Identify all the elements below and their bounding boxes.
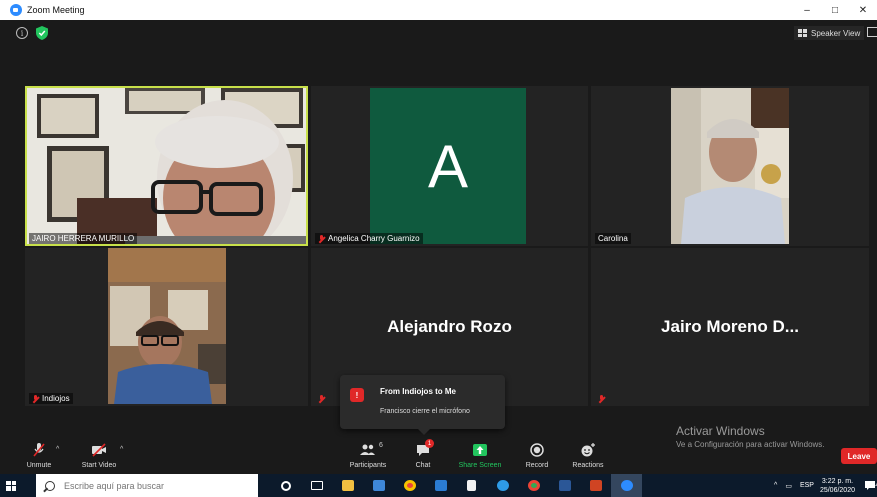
- video-tile-jairo-moreno[interactable]: Jairo Moreno D...: [591, 248, 869, 406]
- participant-name-label: JAIRO HERRERA MURILLO: [29, 233, 138, 244]
- popup-pointer: [418, 429, 430, 435]
- notifications-icon[interactable]: 24: [863, 481, 877, 490]
- participant-name-label: Indiojos: [29, 393, 73, 404]
- minimize-button[interactable]: –: [793, 0, 821, 20]
- mic-muted-icon: [318, 395, 325, 403]
- system-tray: ^ ▭ ESP 3:22 p. m. 25/06/2020 24: [774, 474, 877, 497]
- leave-meeting-button[interactable]: Leave: [841, 448, 877, 464]
- taskbar-search-input[interactable]: [64, 480, 244, 491]
- file-explorer-icon[interactable]: [332, 474, 363, 497]
- audio-options-chevron-icon[interactable]: ^: [56, 446, 59, 453]
- speaker-view-button[interactable]: Speaker View: [794, 26, 865, 40]
- participants-icon: 6: [360, 442, 383, 457]
- document-icon[interactable]: [456, 474, 487, 497]
- zoom-taskbar-icon[interactable]: [611, 474, 642, 497]
- video-tile-angelica-charry[interactable]: A Angelica Charry Guarnizo: [311, 86, 588, 246]
- video-tile-indiojos[interactable]: Indiojos: [25, 248, 308, 406]
- word-icon[interactable]: [549, 474, 580, 497]
- mic-muted-icon: [598, 395, 605, 403]
- participant-video-carolina: [671, 88, 789, 244]
- meeting-top-bar: [0, 20, 877, 48]
- share-screen-button[interactable]: Share Screen: [456, 438, 504, 472]
- window-title: Zoom Meeting: [27, 5, 85, 15]
- edge-icon[interactable]: [487, 474, 518, 497]
- chat-notification-sender: From Indiojos to Me: [380, 387, 456, 396]
- participant-video-indiojos: [108, 248, 226, 404]
- participant-display-name: Jairo Moreno D...: [661, 317, 799, 336]
- video-tile-jairo-herrera[interactable]: JAIRO HERRERA MURILLO: [25, 86, 308, 246]
- fullscreen-icon[interactable]: [867, 27, 877, 37]
- grid-view-icon: [798, 29, 807, 37]
- record-icon: [530, 443, 544, 457]
- alert-icon: !: [350, 388, 364, 402]
- meeting-controls-toolbar: Unmute ^ Start Video ^ 6 Participants 1 …: [0, 438, 877, 472]
- unread-chat-badge: 1: [425, 439, 434, 448]
- close-button[interactable]: ✕: [849, 0, 877, 20]
- speaker-view-label: Speaker View: [811, 28, 861, 38]
- windows-taskbar: ^ ▭ ESP 3:22 p. m. 25/06/2020 24: [0, 474, 877, 497]
- zoom-logo-icon: [10, 4, 22, 16]
- video-camera-off-icon: [92, 443, 106, 457]
- unmute-button[interactable]: Unmute: [22, 438, 56, 472]
- language-indicator[interactable]: ESP: [800, 482, 814, 489]
- avatar: A: [370, 88, 526, 244]
- microphone-muted-icon: [33, 443, 45, 457]
- store-icon[interactable]: [363, 474, 394, 497]
- participant-video-jairo-herrera: [25, 86, 308, 246]
- chat-notification-message: Francisco cierre el micrófono: [380, 408, 470, 415]
- video-options-chevron-icon[interactable]: ^: [120, 446, 123, 453]
- cortana-icon[interactable]: [270, 474, 301, 497]
- chat-bubble-icon: 1: [415, 439, 434, 457]
- windows-logo-icon: [6, 480, 16, 491]
- window-controls: – □ ✕: [793, 0, 877, 20]
- search-icon: [45, 480, 55, 491]
- taskbar-clock[interactable]: 3:22 p. m. 25/06/2020: [820, 477, 855, 495]
- reactions-smiley-icon: [581, 443, 595, 457]
- clock-time: 3:22 p. m.: [821, 477, 854, 485]
- taskbar-search-box[interactable]: [36, 474, 258, 497]
- clock-date: 25/06/2020: [819, 486, 855, 494]
- mic-muted-icon: [32, 394, 39, 403]
- taskbar-pinned-apps: [270, 474, 642, 497]
- windows-start-button[interactable]: [0, 474, 22, 497]
- task-view-icon[interactable]: [301, 474, 332, 497]
- participant-count: 6: [379, 442, 383, 449]
- powerpoint-icon[interactable]: [580, 474, 611, 497]
- participant-name-label: Carolina: [595, 233, 631, 244]
- tray-overflow-chevron-icon[interactable]: ^: [774, 482, 777, 489]
- encryption-shield-icon[interactable]: [36, 26, 48, 40]
- reactions-button[interactable]: Reactions: [568, 438, 608, 472]
- title-bar: Zoom Meeting – □ ✕: [0, 0, 877, 20]
- participant-name-label: Angelica Charry Guarnizo: [315, 233, 423, 244]
- participant-mute-indicator: [595, 394, 611, 404]
- record-button[interactable]: Record: [521, 438, 553, 472]
- share-screen-icon: [473, 444, 487, 456]
- chrome-icon[interactable]: [394, 474, 425, 497]
- participants-button[interactable]: 6 Participants: [346, 438, 390, 472]
- notification-count: 24: [872, 483, 877, 489]
- network-icon[interactable]: ▭: [785, 482, 792, 490]
- zoom-meeting-window: Zoom Meeting – □ ✕ i Speaker View JAIRO …: [0, 0, 877, 497]
- video-tile-carolina[interactable]: Carolina: [591, 86, 869, 246]
- start-video-button[interactable]: Start Video: [78, 438, 120, 472]
- chat-notification-popup[interactable]: ! From Indiojos to Me Francisco cierre e…: [340, 375, 505, 435]
- chrome-profile-icon[interactable]: [518, 474, 549, 497]
- activate-windows-title: Activar Windows: [676, 424, 765, 438]
- chat-button[interactable]: 1 Chat: [410, 438, 436, 472]
- participant-display-name: Alejandro Rozo: [387, 317, 512, 336]
- participant-mute-indicator: [315, 394, 331, 404]
- avatar-letter: A: [427, 132, 469, 200]
- mail-icon[interactable]: [425, 474, 456, 497]
- restore-button[interactable]: □: [821, 0, 849, 20]
- mic-muted-icon: [318, 234, 325, 243]
- meeting-info-icon[interactable]: i: [16, 27, 28, 39]
